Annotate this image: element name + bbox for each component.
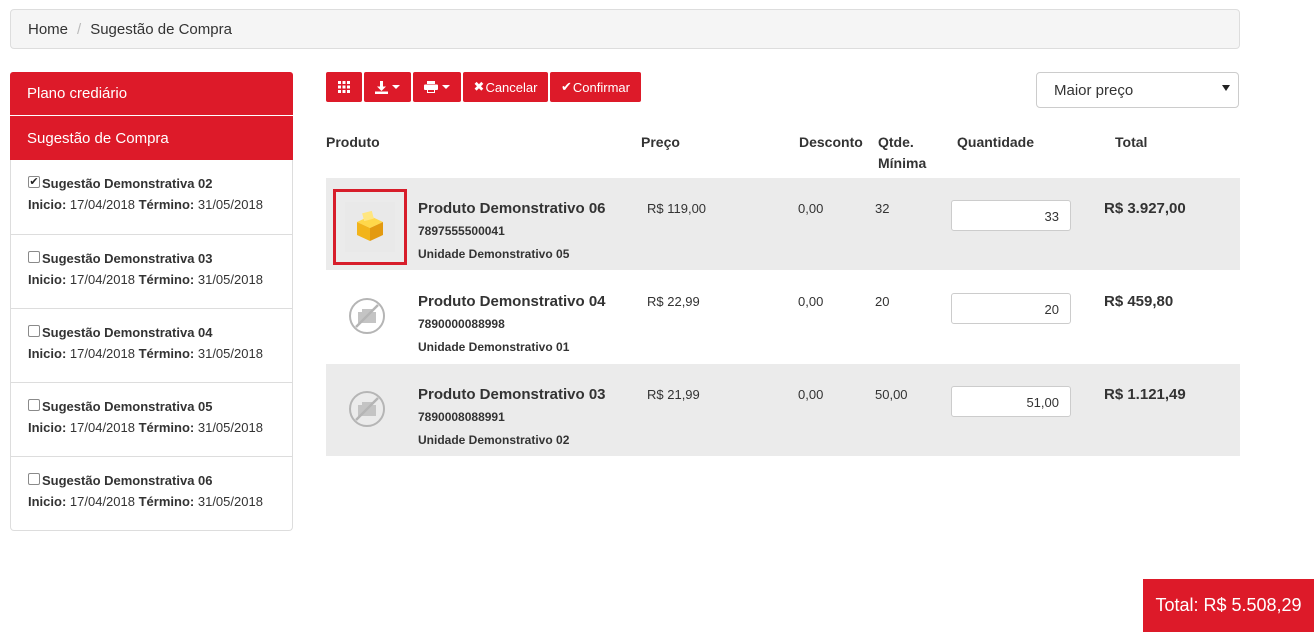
breadcrumb-separator: / [77,20,82,38]
chevron-down-icon [442,85,450,89]
sort-selected-value: Maior preço [1054,81,1134,99]
product-discount: 0,00 [798,294,824,309]
suggestion-name: Sugestão Demonstrativa 04 [42,325,213,340]
suggestion-item[interactable]: Sugestão Demonstrativa 06 Inicio: 17/04/… [11,456,292,530]
grid-icon [338,81,350,93]
product-total: R$ 3.927,00 [1104,200,1186,217]
suggestion-name: Sugestão Demonstrativa 05 [42,399,213,414]
download-button[interactable] [364,72,411,102]
product-image[interactable] [333,189,407,265]
suggestion-name: Sugestão Demonstrativa 03 [42,251,213,266]
suggestion-dates: Inicio: 17/04/2018 Término: 31/05/2018 [28,346,263,361]
product-min-qty: 20 [875,294,890,309]
suggestion-item[interactable]: Sugestão Demonstrativa 03 Inicio: 17/04/… [11,234,292,308]
header-preco: Preço [641,134,680,150]
suggestion-name: Sugestão Demonstrativa 02 [42,176,213,191]
close-icon: ✖ [473,79,485,94]
suggestion-name: Sugestão Demonstrativa 06 [42,473,213,488]
confirm-button[interactable]: ✔ Confirmar [550,72,641,102]
grid-button[interactable] [326,72,362,102]
table-row: Produto Demonstrativo 03 7890008088991 U… [326,364,1240,456]
sidebar-item-plano-crediario[interactable]: Plano crediário [10,72,293,115]
download-icon [375,80,388,94]
product-code: 7897555500041 [418,224,505,238]
breadcrumb-current: Sugestão de Compra [90,20,232,38]
quantity-input[interactable]: 33 [951,200,1071,231]
quantity-input[interactable]: 20 [951,293,1071,324]
product-code: 7890000088998 [418,317,505,331]
total-badge: Total: R$ 5.508,29 [1143,579,1314,632]
product-name: Produto Demonstrativo 03 [418,386,606,403]
chevron-down-icon [392,85,400,89]
toolbar: ✖ Cancelar ✔ Confirmar [326,72,641,102]
header-total: Total [1115,134,1148,150]
product-discount: 0,00 [798,387,824,402]
suggestion-checkbox[interactable] [28,250,40,263]
header-quantidade: Quantidade [957,134,1035,150]
no-image-icon [349,391,385,427]
print-icon [424,81,438,93]
header-produto: Produto [326,134,380,150]
product-min-qty: 50,00 [875,387,908,402]
table-row: Produto Demonstrativo 06 7897555500041 U… [326,178,1240,270]
product-box-icon [357,210,383,241]
product-name: Produto Demonstrativo 06 [418,200,606,217]
suggestion-dates: Inicio: 17/04/2018 Término: 31/05/2018 [28,197,263,212]
product-total: R$ 1.121,49 [1104,386,1186,403]
sort-select[interactable]: Maior preço [1036,72,1239,108]
product-total: R$ 459,80 [1104,293,1174,310]
suggestion-item[interactable]: Sugestão Demonstrativa 04 Inicio: 17/04/… [11,308,292,382]
suggestion-checkbox[interactable] [28,324,40,337]
sidebar-item-sugestao-compra[interactable]: Sugestão de Compra [10,116,293,160]
product-code: 7890008088991 [418,410,505,424]
header-desconto: Desconto [799,134,863,150]
product-price: R$ 21,99 [647,387,700,402]
check-icon: ✔ [561,79,572,94]
suggestion-item[interactable]: ✔ Sugestão Demonstrativa 02 Inicio: 17/04… [11,160,292,234]
suggestion-checkbox[interactable] [28,472,40,485]
product-unit: Unidade Demonstrativo 05 [418,247,570,261]
suggestion-dates: Inicio: 17/04/2018 Término: 31/05/2018 [28,494,263,509]
no-image-icon [349,298,385,334]
sidebar: Plano crediário Sugestão de Compra ✔ Suge… [10,72,293,531]
header-qtde-minima: Qtde. Mínima [878,134,927,171]
product-price: R$ 119,00 [647,201,707,216]
suggestion-dates: Inicio: 17/04/2018 Término: 31/05/2018 [28,272,263,287]
product-unit: Unidade Demonstrativo 01 [418,340,570,354]
chevron-down-icon [1222,85,1230,91]
product-min-qty: 32 [875,201,890,216]
breadcrumb: Home / Sugestão de Compra [10,9,1240,49]
suggestion-checkbox[interactable]: ✔ [28,175,40,188]
suggestion-item[interactable]: Sugestão Demonstrativa 05 Inicio: 17/04/… [11,382,292,456]
product-image[interactable] [336,285,398,347]
product-discount: 0,00 [798,201,824,216]
product-image[interactable] [336,378,398,440]
product-price: R$ 22,99 [647,294,700,309]
print-button[interactable] [413,72,461,102]
suggestion-list: ✔ Sugestão Demonstrativa 02 Inicio: 17/04… [10,160,293,531]
product-name: Produto Demonstrativo 04 [418,293,606,310]
product-unit: Unidade Demonstrativo 02 [418,433,570,447]
cancel-button[interactable]: ✖ Cancelar [463,72,548,102]
quantity-input[interactable]: 51,00 [951,386,1071,417]
breadcrumb-home[interactable]: Home [28,21,68,38]
suggestion-checkbox[interactable] [28,398,40,411]
table-row: Produto Demonstrativo 04 7890000088998 U… [326,271,1240,363]
suggestion-dates: Inicio: 17/04/2018 Término: 31/05/2018 [28,420,263,435]
